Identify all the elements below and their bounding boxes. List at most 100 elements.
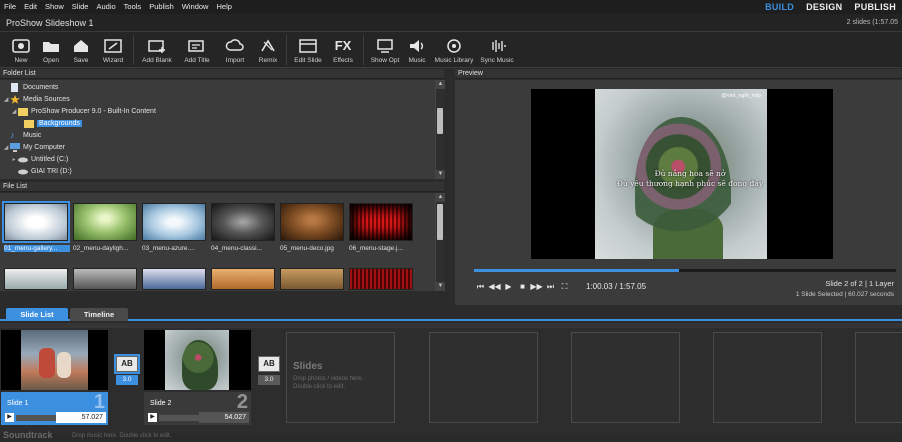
file-list-scrollbar[interactable]: ▲ ▼ [435,193,445,291]
music-library-label: Music Library [434,57,474,64]
file-thumbnail[interactable]: 02_menu-dayligh... [73,203,139,252]
collapse-arrow-icon[interactable]: ◢ [2,96,10,103]
collapse-arrow-icon[interactable]: ◢ [2,144,10,151]
save-button[interactable]: Save [66,32,96,68]
import-button[interactable]: Import [217,32,253,68]
expand-arrow-icon[interactable]: ▸ [10,156,18,163]
preview-image: @viet_nghi_mtp Đủ nắng hoa sẽ nở Đủ yêu … [595,89,767,259]
slide-number: 2 [236,391,248,413]
collapse-arrow-icon[interactable]: ◢ [10,108,18,115]
transition[interactable]: AB 3.0 [258,356,280,385]
tree-item-backgrounds[interactable]: Backgrounds [24,117,82,129]
open-button[interactable]: Open [36,32,66,68]
remix-button[interactable]: Remix [253,32,283,68]
show-options-icon [374,36,396,55]
edit-slide-icon [297,36,319,55]
file-thumbnail[interactable] [142,268,206,290]
menu-bar: File Edit Show Slide Audio Tools Publish… [0,0,902,14]
tree-item-media-sources[interactable]: ◢ Media Sources [2,93,70,105]
add-title-button[interactable]: Add Title [177,32,217,68]
add-blank-button[interactable]: Add Blank [137,32,177,68]
slide-number: 1 [93,391,105,413]
menu-tools[interactable]: Tools [120,0,146,14]
file-thumbnail[interactable]: 03_menu-azure.... [142,203,208,252]
mode-build[interactable]: BUILD [759,2,800,12]
menu-file[interactable]: File [0,0,20,14]
play-slide-icon[interactable]: ▶ [5,413,14,422]
slide-view-tabs: Slide List Timeline [0,305,902,321]
file-thumbnail[interactable] [349,268,413,290]
transition-icon[interactable]: AB [114,354,140,374]
file-thumbnail[interactable]: 01_menu-gallery... [2,201,70,252]
menu-help[interactable]: Help [212,0,235,14]
file-thumbnail[interactable] [73,268,137,290]
menu-publish[interactable]: Publish [145,0,178,14]
menu-edit[interactable]: Edit [20,0,41,14]
tree-item-documents[interactable]: Documents [2,81,58,93]
save-icon [70,36,92,55]
transition[interactable]: AB 3.0 [114,354,140,385]
empty-slide-drop-zone[interactable]: Slides Drop photos / videos here. Double … [286,332,395,423]
slide-duration[interactable]: 57.027 [56,412,106,423]
music-button[interactable]: Music [403,32,431,68]
tree-item-drive-c[interactable]: ▸ Untitled (C:) [10,153,68,165]
file-thumbnail[interactable] [280,268,344,290]
folder-list-scrollbar[interactable]: ▲ ▼ [435,80,445,179]
slide-card[interactable]: Slide 2 2 ▶ 54.027 [144,330,253,425]
play-icon[interactable]: ▶ [502,281,515,292]
playback-progress-bar[interactable] [474,269,896,272]
scroll-down-icon[interactable]: ▼ [436,282,445,291]
scroll-thumb[interactable] [437,108,443,134]
music-library-button[interactable]: Music Library [431,32,477,68]
transition-duration[interactable]: 3.0 [258,375,280,385]
tree-item-builtin-content[interactable]: ◢ ProShow Producer 9.0 - Built-In Conten… [10,105,156,117]
scroll-up-icon[interactable]: ▲ [436,193,445,202]
drive-icon [18,167,28,176]
file-thumbnail[interactable] [211,268,275,290]
transition-icon[interactable]: AB [258,356,280,372]
tree-item-drive-d[interactable]: GIAI TRI (D:) [10,165,72,177]
mode-publish[interactable]: PUBLISH [848,2,902,12]
transition-duration[interactable]: 3.0 [116,375,138,385]
menu-window[interactable]: Window [178,0,213,14]
menu-audio[interactable]: Audio [92,0,119,14]
menu-show[interactable]: Show [41,0,68,14]
scroll-thumb[interactable] [437,204,443,240]
new-button[interactable]: New [6,32,36,68]
wizard-icon [102,36,124,55]
scroll-up-icon[interactable]: ▲ [436,80,445,89]
slide-duration[interactable]: 54.027 [199,412,249,423]
stop-icon[interactable]: ■ [516,281,529,292]
file-thumbnail[interactable] [4,268,68,290]
tab-timeline[interactable]: Timeline [70,308,128,321]
slide-card[interactable]: Slide 1 1 ▶ 57.027 [1,330,110,425]
tree-item-my-computer[interactable]: ◢ My Computer [2,141,65,153]
tree-item-music[interactable]: ♪ Music [2,129,41,141]
show-options-button[interactable]: Show Opt [367,32,403,68]
skip-to-start-icon[interactable]: ⏮ [474,281,487,292]
mode-design[interactable]: DESIGN [800,2,848,12]
play-slide-icon[interactable]: ▶ [148,413,157,422]
empty-slide-slot[interactable] [429,332,538,423]
sync-music-button[interactable]: Sync Music [477,32,517,68]
soundtrack-bar[interactable]: Soundtrack Drop music here. Double click… [0,430,902,442]
rewind-icon[interactable]: ◀◀ [488,281,501,292]
fullscreen-icon[interactable]: ⛶ [558,281,571,292]
playback-time: 1:00.03 / 1:57.05 [586,282,647,291]
edit-slide-button[interactable]: Edit Slide [290,32,326,68]
empty-slide-slot[interactable] [855,332,902,423]
effects-button[interactable]: FX Effects [326,32,360,68]
file-thumbnail[interactable]: 06_menu-stage.j... [349,203,415,252]
file-thumbnail[interactable]: 05_menu-deco.jpg [280,203,346,252]
menu-slide[interactable]: Slide [68,0,93,14]
file-thumbnail-image [349,203,413,241]
skip-to-end-icon[interactable]: ⏭ [544,281,557,292]
empty-slide-slot[interactable] [713,332,822,423]
file-thumbnail[interactable]: 04_menu-classi... [211,203,277,252]
scroll-down-icon[interactable]: ▼ [436,170,445,179]
wizard-button[interactable]: Wizard [96,32,130,68]
sync-music-label: Sync Music [480,57,514,64]
empty-slide-slot[interactable] [571,332,680,423]
fast-forward-icon[interactable]: ▶▶ [530,281,543,292]
tab-slide-list[interactable]: Slide List [6,308,68,321]
